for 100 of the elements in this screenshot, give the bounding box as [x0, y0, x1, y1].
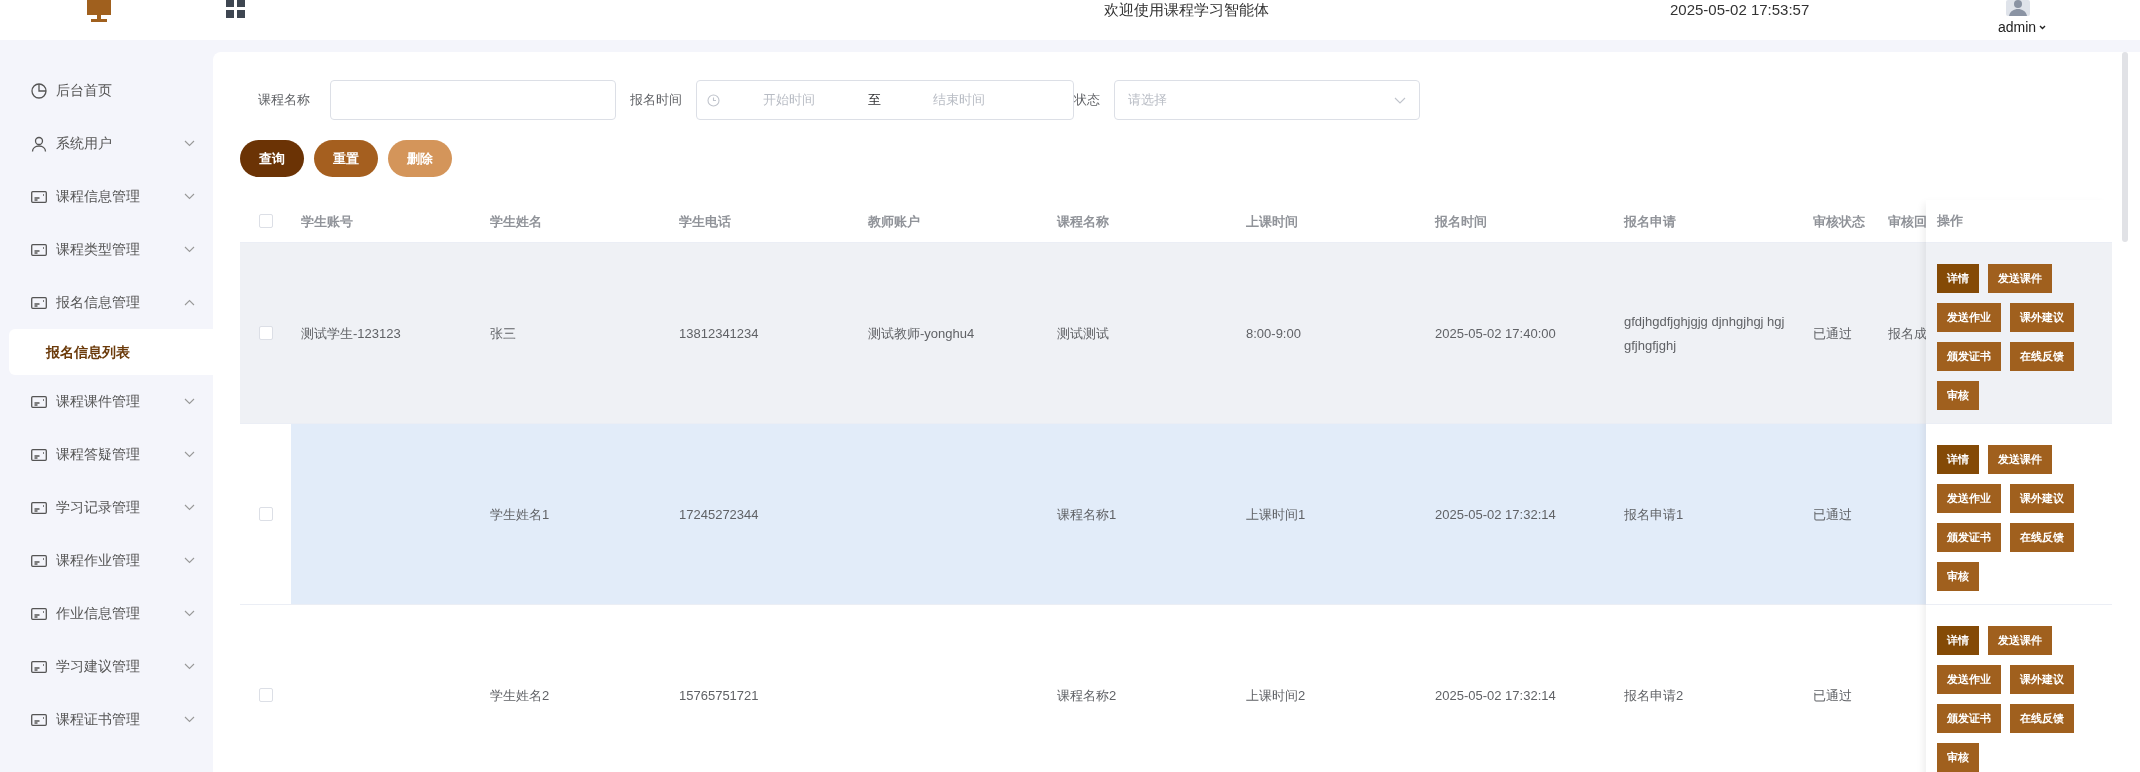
- action-button[interactable]: 查询: [240, 140, 304, 177]
- welcome-title: 欢迎使用课程学习智能体: [1104, 0, 1269, 20]
- chevron-down-icon: [184, 716, 195, 723]
- card-icon: [31, 242, 47, 257]
- row-action-button[interactable]: 课外建议: [2010, 484, 2074, 513]
- grid-icon[interactable]: [226, 0, 246, 18]
- action-button[interactable]: 重置: [314, 140, 378, 177]
- table-cell: 13812341234: [679, 326, 759, 341]
- row-checkbox[interactable]: [258, 507, 273, 521]
- avatar-icon[interactable]: [2006, 0, 2030, 16]
- column-header: 审核状态: [1813, 214, 1865, 229]
- sidebar-item[interactable]: 学习记录管理: [0, 481, 213, 534]
- column-header: 学生姓名: [490, 214, 542, 229]
- table-cell: 2025-05-02 17:32:14: [1435, 688, 1556, 703]
- table-cell: 张三: [490, 326, 516, 341]
- chevron-down-icon: [184, 557, 195, 564]
- row-action-button[interactable]: 详情: [1937, 445, 1979, 474]
- row-action-button[interactable]: 发送作业: [1937, 484, 2001, 513]
- table-cell: 测试教师-yonghu4: [868, 326, 975, 341]
- table-cell: 17245272344: [679, 507, 759, 522]
- row-action-button[interactable]: 在线反馈: [2010, 523, 2074, 552]
- sidebar-item[interactable]: 课程类型管理: [0, 223, 213, 276]
- chevron-down-icon: [184, 140, 195, 147]
- table-cell: 8:00-9:00: [1246, 326, 1301, 341]
- row-action-button[interactable]: 审核: [1937, 743, 1979, 772]
- row-action-button[interactable]: 发送课件: [1988, 264, 2052, 293]
- table-cell: gfdjhgdfjghjgjg djnhgjhgj hgj gfjhgfjghj: [1624, 314, 1785, 353]
- row-action-button[interactable]: 颁发证书: [1937, 704, 2001, 733]
- column-header: 报名申请: [1624, 214, 1676, 229]
- table-cell: 15765751721: [679, 688, 759, 703]
- row-checkbox[interactable]: [258, 688, 273, 702]
- row-action-button[interactable]: 审核: [1937, 381, 1979, 410]
- row-action-button[interactable]: 发送课件: [1988, 626, 2052, 655]
- sidebar-item[interactable]: 报名信息管理: [0, 276, 213, 329]
- column-header: 报名时间: [1435, 214, 1487, 229]
- card-icon: [31, 394, 47, 409]
- card-icon: [31, 553, 47, 568]
- row-action-button[interactable]: 发送课件: [1988, 445, 2052, 474]
- table-cell: 已通过: [1813, 326, 1852, 341]
- chevron-down-icon: [184, 193, 195, 200]
- table-cell: 上课时间1: [1246, 507, 1306, 522]
- row-action-button[interactable]: 在线反馈: [2010, 342, 2074, 371]
- table-cell: 2025-05-02 17:32:14: [1435, 507, 1556, 522]
- sidebar-item[interactable]: 作业信息管理: [0, 587, 213, 640]
- course-name-field[interactable]: [330, 80, 616, 120]
- sidebar-item[interactable]: 学习建议管理: [0, 640, 213, 693]
- row-checkbox[interactable]: [258, 214, 273, 228]
- caret-icon: [2039, 24, 2047, 30]
- row-checkbox[interactable]: [258, 326, 273, 340]
- action-button[interactable]: 删除: [388, 140, 452, 177]
- chevron-down-icon: [184, 610, 195, 617]
- row-action-button[interactable]: 在线反馈: [2010, 704, 2074, 733]
- column-header: 审核回: [1888, 214, 1926, 229]
- chevron-down-icon: [184, 246, 195, 253]
- sidebar-item[interactable]: 系统用户: [0, 117, 213, 170]
- column-header: 上课时间: [1246, 214, 1298, 229]
- column-header: 学生电话: [679, 214, 731, 229]
- card-icon: [31, 295, 47, 310]
- row-action-button[interactable]: 审核: [1937, 562, 1979, 591]
- table-cell: 报名成: [1888, 326, 1926, 341]
- chevron-down-icon: [184, 504, 195, 511]
- table-cell: 已通过: [1813, 688, 1852, 703]
- card-icon: [31, 606, 47, 621]
- table-cell: 课程名称1: [1057, 507, 1117, 522]
- row-action-button[interactable]: 详情: [1937, 626, 1979, 655]
- card-icon: [31, 447, 47, 462]
- user-menu[interactable]: admin: [1998, 18, 2047, 36]
- date-range-field[interactable]: 开始时间 至 结束时间: [696, 80, 1074, 120]
- sidebar-item[interactable]: 课程作业管理: [0, 534, 213, 587]
- row-action-button[interactable]: 课外建议: [2010, 665, 2074, 694]
- sidebar-item[interactable]: 课程课件管理: [0, 375, 213, 428]
- chevron-down-icon: [184, 663, 195, 670]
- row-action-button[interactable]: 发送作业: [1937, 665, 2001, 694]
- row-action-button[interactable]: 颁发证书: [1937, 523, 2001, 552]
- sidebar-item[interactable]: 课程答疑管理: [0, 428, 213, 481]
- easel-logo-icon: [86, 0, 112, 24]
- table-cell: 课程名称2: [1057, 688, 1117, 703]
- row-action-button[interactable]: 详情: [1937, 264, 1979, 293]
- card-icon: [31, 189, 47, 204]
- table-cell: 2025-05-02 17:40:00: [1435, 326, 1556, 341]
- column-header: 操作: [1937, 212, 1963, 231]
- chevron-up-icon: [184, 299, 195, 306]
- sidebar-item[interactable]: 课程证书管理: [0, 693, 213, 746]
- table-cell: 已通过: [1813, 507, 1852, 522]
- scrollbar[interactable]: [2122, 52, 2128, 242]
- row-action-button[interactable]: 颁发证书: [1937, 342, 2001, 371]
- sidebar-item[interactable]: 课程信息管理: [0, 170, 213, 223]
- datetime-text: 2025-05-02 17:53:57: [1670, 0, 1810, 20]
- table-cell: 学生姓名1: [490, 507, 550, 522]
- card-icon: [31, 712, 47, 727]
- row-action-button[interactable]: 发送作业: [1937, 303, 2001, 332]
- table-cell: 学生姓名2: [490, 688, 550, 703]
- column-header: 教师账户: [868, 214, 920, 229]
- sidebar-subitem[interactable]: 报名信息列表: [9, 329, 213, 375]
- sidebar-item[interactable]: 后台首页: [0, 64, 213, 117]
- chevron-down-icon: [184, 451, 195, 458]
- user-icon: [31, 135, 47, 152]
- filter-label: 报名时间: [630, 91, 682, 110]
- row-action-button[interactable]: 课外建议: [2010, 303, 2074, 332]
- table-cell: 上课时间2: [1246, 688, 1306, 703]
